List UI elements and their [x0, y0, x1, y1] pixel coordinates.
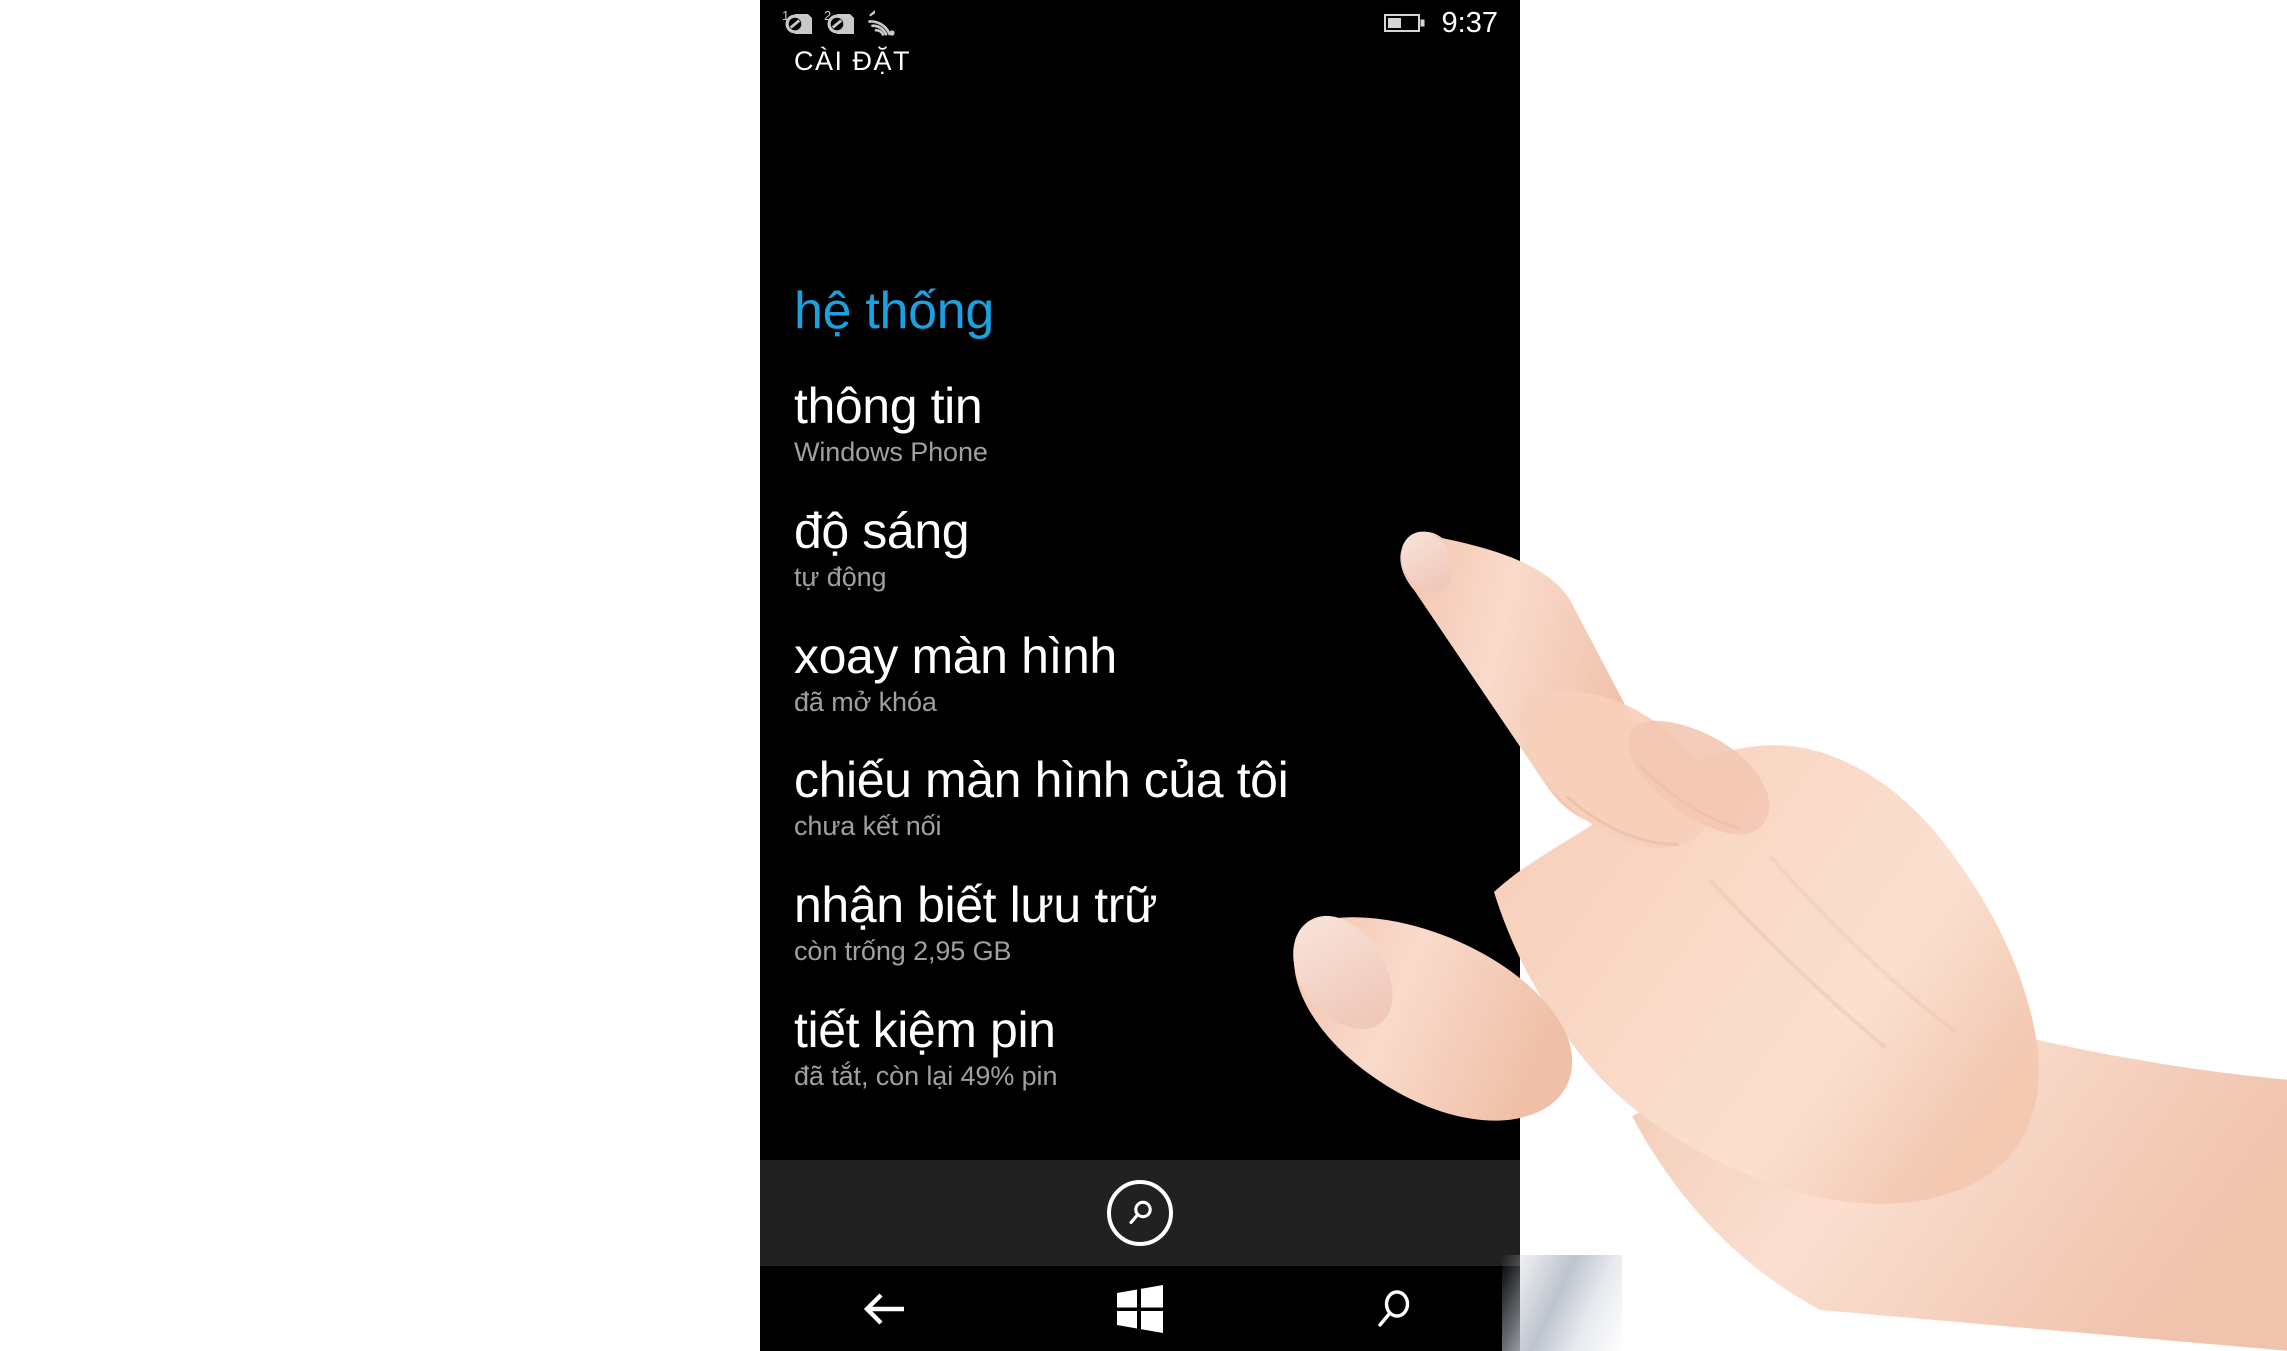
- list-item-tiet-kiem-pin[interactable]: tiết kiệm pin đã tắt, còn lại 49% pin: [794, 1001, 1520, 1094]
- phone-edge-highlight: [1502, 1255, 1622, 1351]
- status-bar-right-icons: 9:37: [1383, 6, 1498, 40]
- list-item-subtitle: Windows Phone: [794, 437, 988, 467]
- wifi-icon: [866, 8, 896, 38]
- nav-search-button[interactable]: [1333, 1266, 1453, 1351]
- phone-screen: 1 2 9:37 CÀI ĐẶT hệ thống thông tin Wind…: [760, 0, 1520, 1351]
- search-icon: [1378, 1289, 1410, 1327]
- sim-2-index-label: 2: [824, 8, 832, 23]
- search-icon: [1129, 1200, 1152, 1225]
- pivot-header-system[interactable]: hệ thống: [794, 285, 994, 337]
- list-item-xoay-man-hinh[interactable]: xoay màn hình đã mở khóa: [794, 627, 1520, 720]
- list-item-subtitle: tự động: [794, 561, 887, 592]
- back-arrow-icon: [863, 1292, 904, 1325]
- sim-1-no-service-icon: 1: [782, 8, 816, 38]
- list-item-subtitle: còn trống 2,95 GB: [794, 936, 1012, 966]
- app-bar: [760, 1160, 1520, 1266]
- status-bar-clock: 9:37: [1441, 6, 1498, 39]
- list-item-title: độ sáng: [794, 502, 970, 559]
- nav-back-button[interactable]: [827, 1266, 947, 1351]
- status-bar-left-icons: 1 2: [782, 8, 896, 38]
- list-item-subtitle: chưa kết nối: [794, 811, 942, 842]
- list-item-title: tiết kiệm pin: [794, 1001, 1056, 1058]
- list-item-subtitle: đã tắt, còn lại 49% pin: [794, 1060, 1058, 1091]
- list-item-chieu-man-hinh-cua-toi[interactable]: chiếu màn hình của tôi chưa kết nối: [794, 754, 1520, 844]
- sim-1-index-label: 1: [782, 8, 790, 23]
- appbar-search-button[interactable]: [1107, 1180, 1173, 1246]
- list-item-title: nhận biết lưu trữ: [794, 877, 1158, 933]
- list-item-nhan-biet-luu-tru[interactable]: nhận biết lưu trữ còn trống 2,95 GB: [794, 879, 1520, 969]
- list-item-subtitle: đã mở khóa: [794, 686, 937, 717]
- battery-icon: [1383, 13, 1426, 33]
- navigation-bar: [760, 1266, 1520, 1351]
- list-item-title: thông tin: [794, 378, 983, 434]
- status-bar: 1 2 9:37: [760, 0, 1520, 46]
- windows-logo-icon: [1116, 1284, 1163, 1333]
- list-item-thong-tin[interactable]: thông tin Windows Phone: [794, 380, 1520, 470]
- nav-start-button[interactable]: [1080, 1266, 1200, 1351]
- sim-2-no-service-icon: 2: [824, 8, 858, 38]
- settings-list: thông tin Windows Phone độ sáng tự động …: [794, 380, 1520, 1129]
- list-item-do-sang[interactable]: độ sáng tự động: [794, 502, 1520, 595]
- list-item-title: xoay màn hình: [794, 627, 1117, 684]
- page-title: CÀI ĐẶT: [794, 46, 912, 76]
- list-item-title: chiếu màn hình của tôi: [794, 752, 1289, 809]
